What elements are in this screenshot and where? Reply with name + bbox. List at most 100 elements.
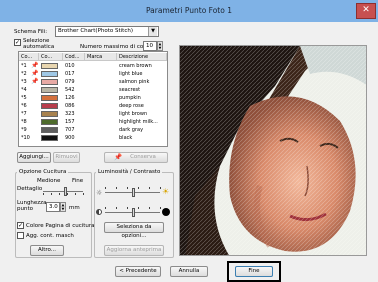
contrast-tick xyxy=(105,207,106,209)
table-row[interactable]: *10 900 black xyxy=(19,134,167,142)
auto-selection-checkbox[interactable]: ✓ xyxy=(14,39,21,46)
col-header-color[interactable]: Co... xyxy=(39,53,63,61)
row-code: 323 xyxy=(65,111,75,117)
row-description: deep rose xyxy=(119,103,144,109)
contrast-tick xyxy=(127,207,128,209)
row-code: 900 xyxy=(65,135,75,141)
sun-high-icon: ☀ xyxy=(162,187,170,196)
auto-selection-label-2: automatica xyxy=(23,44,55,50)
stitch-length-stepper[interactable]: ▲ ▼ xyxy=(60,202,66,212)
table-row[interactable]: *9 707 dark gray xyxy=(19,126,167,134)
table-row[interactable]: *7 323 light brown xyxy=(19,110,167,118)
stitch-length-input[interactable]: 3.0 xyxy=(46,202,60,212)
col-header-description[interactable]: Descrizione xyxy=(117,53,167,61)
color-page-label: Colore Pagina di cucitura xyxy=(26,223,95,229)
back-button[interactable]: < Precedente xyxy=(115,266,161,277)
brightness-tick xyxy=(160,187,161,189)
row-number: *10 xyxy=(21,135,30,141)
color-swatch xyxy=(41,87,58,93)
row-code: 086 xyxy=(65,103,75,109)
pin-icon: 📌 xyxy=(31,70,39,77)
schema-value: Brother Chart(Photo Stitch) xyxy=(58,28,133,34)
color-swatch xyxy=(41,63,58,69)
max-colors-stepper[interactable]: ▲ ▼ xyxy=(157,41,163,51)
keep-label: Conserva xyxy=(130,154,156,160)
table-row[interactable]: *2 📌 017 light blue xyxy=(19,70,167,78)
preview-image xyxy=(180,46,366,255)
table-row[interactable]: *8 157 highlight milk... xyxy=(19,118,167,126)
finish-button[interactable]: Fine xyxy=(235,266,273,277)
brightness-tick xyxy=(105,187,106,189)
title-bar: Parametri Punto Foto 1 ✕ xyxy=(0,0,378,22)
stitch-options-title: Opzione Cucitura xyxy=(17,169,69,175)
detail-slider-track[interactable] xyxy=(43,191,83,192)
pin-icon: 📌 xyxy=(31,62,39,69)
detail-tick xyxy=(43,193,44,195)
col-header-code[interactable]: Cod... xyxy=(63,53,85,61)
pin-icon: 📌 xyxy=(31,78,39,85)
sun-low-icon: ☼ xyxy=(96,189,103,197)
col-header-brand[interactable]: Marca xyxy=(85,53,117,61)
contrast-tick xyxy=(116,207,117,209)
row-number: *7 xyxy=(21,111,27,117)
row-number: *8 xyxy=(21,119,27,125)
color-swatch xyxy=(41,127,58,133)
table-row[interactable]: *1 📌 010 cream brown xyxy=(19,62,167,70)
schema-select[interactable]: Brother Chart(Photo Stitch) ▼ xyxy=(55,26,159,37)
max-colors-input[interactable]: 10 xyxy=(143,41,157,51)
detail-tick xyxy=(51,193,52,195)
keep-button[interactable]: 📌 Conserva xyxy=(104,152,168,163)
row-description: cream brown xyxy=(119,63,152,69)
remove-button[interactable]: Rimuovi xyxy=(53,152,80,163)
row-number: *4 xyxy=(21,87,27,93)
max-colors-label: Numero massimo di colori xyxy=(80,44,152,50)
row-description: salmon pink xyxy=(119,79,150,85)
row-description: black xyxy=(119,135,133,141)
row-description: light blue xyxy=(119,71,143,77)
detail-tick xyxy=(67,193,68,195)
length-label-2: punto xyxy=(17,206,33,212)
window-title: Parametri Punto Foto 1 xyxy=(145,6,232,15)
row-description: highlight milk... xyxy=(119,119,158,125)
row-code: 542 xyxy=(65,87,75,93)
schema-label: Schema Fili: xyxy=(14,29,48,35)
row-number: *2 xyxy=(21,71,27,77)
pin-icon: 📌 xyxy=(114,153,123,161)
color-page-checkbox[interactable]: ✓ xyxy=(17,222,24,229)
table-row[interactable]: *5 126 pumpkin xyxy=(19,94,167,102)
row-description: pumpkin xyxy=(119,95,141,101)
row-number: *3 xyxy=(21,79,27,85)
color-swatch xyxy=(41,103,58,109)
length-unit: mm xyxy=(69,205,80,211)
add-button[interactable]: Aggiungi... xyxy=(17,152,51,163)
table-row[interactable]: *4 542 seacrest xyxy=(19,86,167,94)
chevron-down-icon[interactable]: ▼ xyxy=(148,27,157,36)
row-code: 017 xyxy=(65,71,75,77)
color-swatch xyxy=(41,135,58,141)
row-number: *1 xyxy=(21,63,27,69)
cancel-button[interactable]: Annulla xyxy=(170,266,208,277)
col-header-num[interactable]: Co... xyxy=(19,53,39,61)
detail-slider-thumb[interactable] xyxy=(64,187,67,196)
select-options-button[interactable]: Seleziona da opzioni... xyxy=(104,222,164,239)
color-swatch xyxy=(41,79,58,85)
row-description: light brown xyxy=(119,111,148,117)
color-swatch xyxy=(41,111,58,117)
contrast-tick xyxy=(138,207,139,209)
brightness-tick xyxy=(138,187,139,189)
other-button[interactable]: Altro... xyxy=(30,245,64,256)
detail-tick xyxy=(59,193,60,195)
close-button[interactable]: ✕ xyxy=(356,3,376,19)
table-row[interactable]: *6 086 deep rose xyxy=(19,102,167,110)
brightness-contrast-title: Luminosità / Contrasto xyxy=(96,169,163,175)
brightness-slider-thumb[interactable] xyxy=(131,188,135,197)
brightness-tick xyxy=(116,187,117,189)
update-preview-button[interactable]: Aggiorna anteprima xyxy=(104,245,164,256)
row-code: 079 xyxy=(65,79,75,85)
row-code: 157 xyxy=(65,119,75,125)
contrast-slider-thumb[interactable] xyxy=(131,208,135,217)
table-row[interactable]: *3 📌 079 salmon pink xyxy=(19,78,167,86)
color-swatch xyxy=(41,119,58,125)
add-contour-checkbox[interactable] xyxy=(17,232,24,239)
photo-stitch-preview xyxy=(179,45,367,256)
